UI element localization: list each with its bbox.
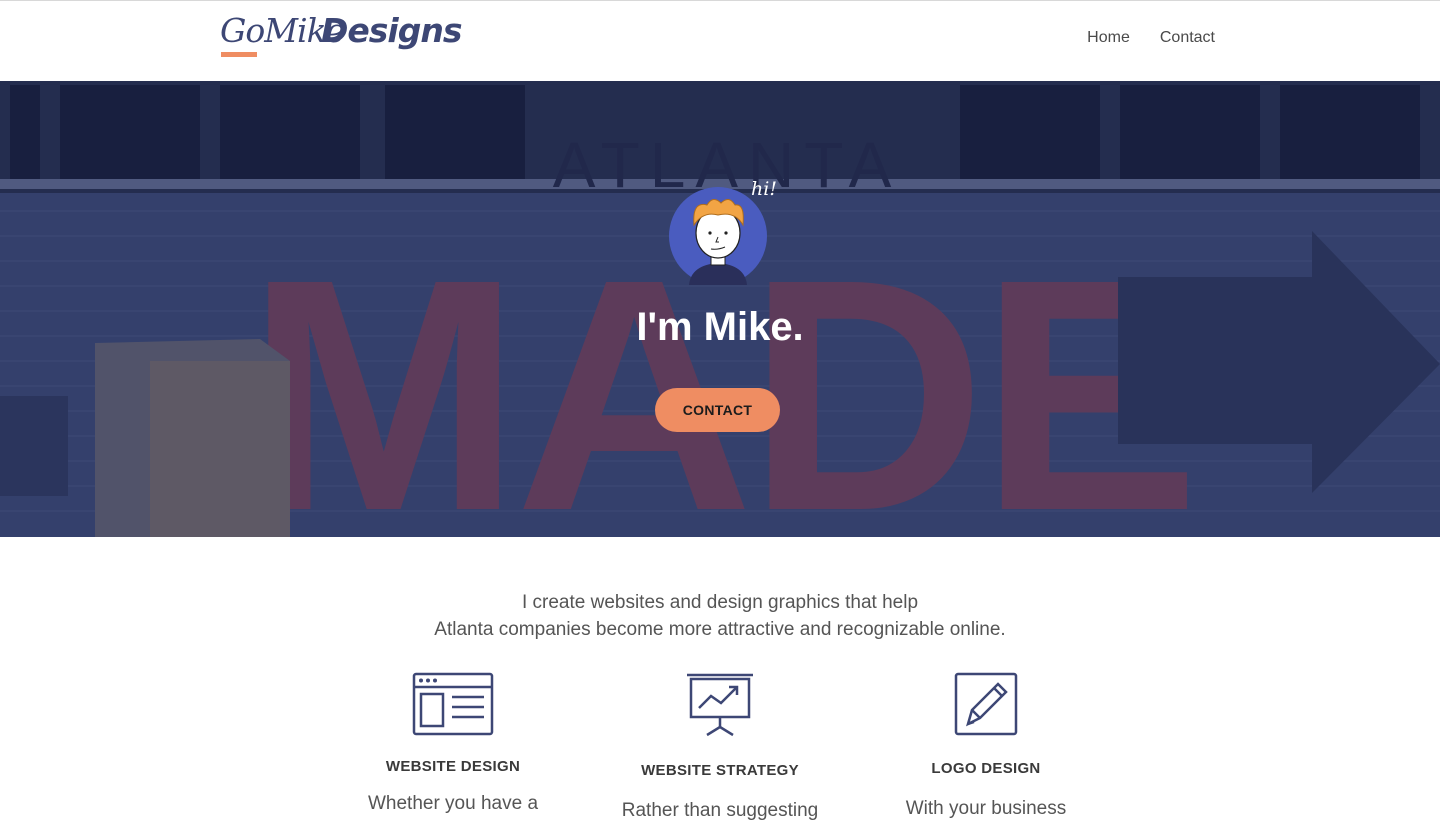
main-nav: Home Contact	[1087, 29, 1215, 47]
service-title: WEBSITE STRATEGY	[641, 762, 799, 779]
service-logo-design: LOGO DESIGN With your business	[856, 672, 1116, 820]
intro-text: I create websites and design graphics th…	[0, 589, 1440, 643]
nav-link-contact[interactable]: Contact	[1160, 29, 1215, 47]
avatar-greeting: hi!	[751, 178, 777, 200]
site-logo[interactable]: GoMike Designs	[220, 11, 462, 61]
pencil-square-icon	[954, 672, 1018, 736]
intro-line-1: I create websites and design graphics th…	[521, 592, 919, 613]
service-title: WEBSITE DESIGN	[385, 758, 521, 775]
service-description: Whether you have a	[367, 793, 539, 814]
presentation-chart-icon	[687, 673, 753, 737]
service-description: Rather than suggesting	[621, 800, 819, 821]
intro-line-2: Atlanta companies become more attractive…	[434, 619, 1006, 640]
avatar	[669, 187, 767, 285]
service-website-strategy: WEBSITE STRATEGY Rather than suggesting	[590, 672, 850, 822]
hero-section: ATLANTA MADE hi! I'm Mike. CONTACT	[0, 81, 1440, 537]
service-website-design: WEBSITE DESIGN Whether you have a	[323, 672, 583, 815]
logo-underline	[221, 52, 257, 57]
site-header: GoMike Designs Home Contact	[0, 0, 1440, 81]
browser-window-icon	[412, 672, 494, 736]
nav-link-home[interactable]: Home	[1087, 29, 1130, 47]
service-title: LOGO DESIGN	[931, 760, 1041, 777]
hero-title: I'm Mike.	[636, 305, 804, 349]
service-description: With your business	[905, 798, 1067, 819]
logo-text-designs: Designs	[321, 11, 462, 50]
contact-button[interactable]: CONTACT	[655, 388, 780, 432]
